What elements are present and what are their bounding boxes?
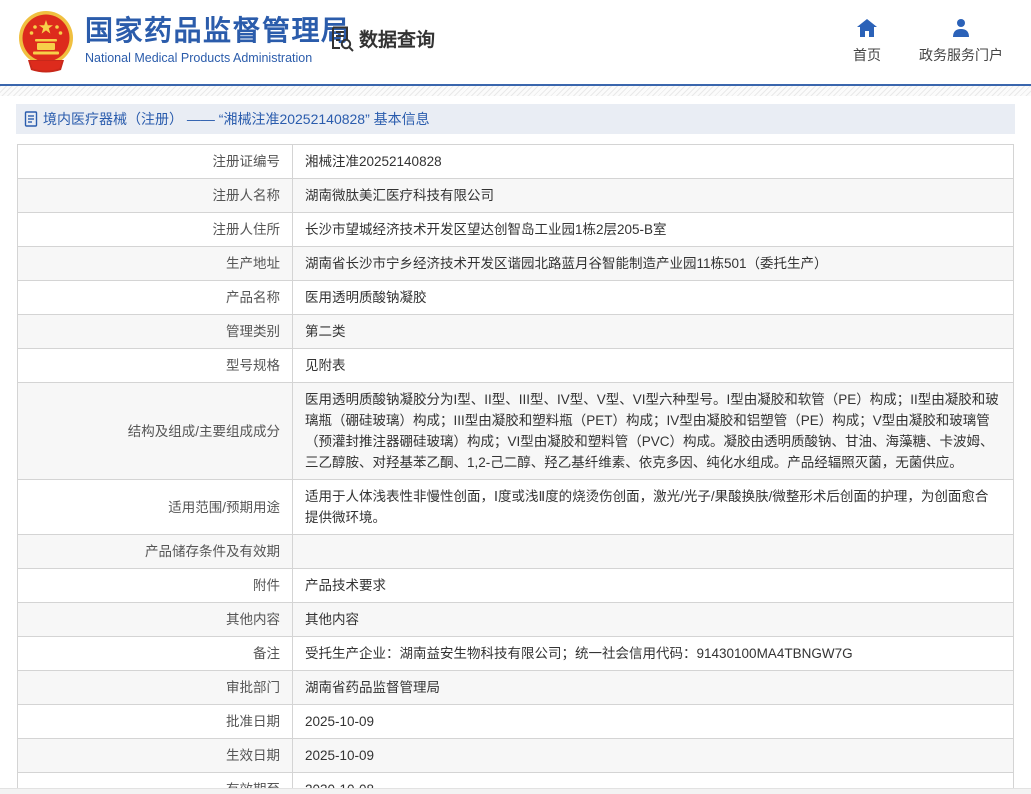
row-value — [292, 534, 1014, 569]
brand-block: 国家药品监督管理局 National Medical Products Admi… — [85, 14, 351, 65]
row-value: 产品技术要求 — [292, 568, 1014, 603]
row-value: 湖南微肽美汇医疗科技有限公司 — [292, 178, 1014, 213]
hatch-divider — [0, 86, 1031, 96]
nav-gov-portal-label: 政务服务门户 — [919, 47, 1003, 63]
row-value: 湘械注准20252140828 — [292, 144, 1014, 179]
footer-strip — [0, 788, 1031, 794]
home-icon — [856, 18, 878, 38]
row-value: 见附表 — [292, 348, 1014, 383]
document-icon — [24, 111, 38, 127]
row-label: 附件 — [17, 568, 293, 603]
header-nav: 首页 政务服务门户 — [853, 18, 1003, 65]
row-label: 管理类别 — [17, 314, 293, 349]
table-row: 生效日期 2025-10-09 — [17, 738, 1014, 773]
row-label: 产品名称 — [17, 280, 293, 315]
row-value: 受托生产企业：湖南益安生物科技有限公司；统一社会信用代码：91430100MA4… — [292, 636, 1014, 671]
nav-gov-portal[interactable]: 政务服务门户 — [919, 18, 1003, 65]
row-value: 适用于人体浅表性非慢性创面，Ⅰ度或浅Ⅱ度的烧烫伤创面，激光/光子/果酸换肤/微整… — [292, 479, 1014, 535]
row-value: 医用透明质酸钠凝胶 — [292, 280, 1014, 315]
table-row: 结构及组成/主要组成成分 医用透明质酸钠凝胶分为I型、II型、III型、IV型、V… — [17, 382, 1014, 480]
row-label: 生产地址 — [17, 246, 293, 281]
document-search-icon — [327, 24, 355, 52]
table-row: 产品储存条件及有效期 — [17, 534, 1014, 569]
row-label: 结构及组成/主要组成成分 — [17, 382, 293, 480]
page-header: 国家药品监督管理局 National Medical Products Admi… — [0, 0, 1031, 86]
row-label: 型号规格 — [17, 348, 293, 383]
row-value: 湖南省长沙市宁乡经济技术开发区谐园北路蓝月谷智能制造产业园11栋501（委托生产… — [292, 246, 1014, 281]
table-row: 审批部门 湖南省药品监督管理局 — [17, 670, 1014, 705]
row-label: 适用范围/预期用途 — [17, 479, 293, 535]
table-row: 其他内容 其他内容 — [17, 602, 1014, 637]
row-value: 其他内容 — [292, 602, 1014, 637]
nmpa-emblem-logo — [18, 10, 74, 74]
row-value: 2025-10-09 — [292, 738, 1014, 773]
data-query-section: 数据查询 — [327, 24, 435, 52]
table-row: 产品名称 医用透明质酸钠凝胶 — [17, 280, 1014, 315]
row-label: 产品储存条件及有效期 — [17, 534, 293, 569]
table-row: 管理类别 第二类 — [17, 314, 1014, 349]
table-row: 注册证编号 湘械注准20252140828 — [17, 144, 1014, 179]
info-table-body: 注册证编号 湘械注准20252140828 注册人名称 湖南微肽美汇医疗科技有限公司注… — [17, 144, 1014, 794]
page-title: 境内医疗器械（注册） —— “湘械注准20252140828” 基本信息 — [43, 111, 430, 127]
user-icon — [951, 18, 971, 38]
breadcrumb: 境内医疗器械（注册） —— “湘械注准20252140828” 基本信息 — [16, 104, 1015, 134]
row-value: 湖南省药品监督管理局 — [292, 670, 1014, 705]
table-row: 注册人住所 长沙市望城经济技术开发区望达创智岛工业园1栋2层205-B室 — [17, 212, 1014, 247]
row-value: 长沙市望城经济技术开发区望达创智岛工业园1栋2层205-B室 — [292, 212, 1014, 247]
table-row: 型号规格 见附表 — [17, 348, 1014, 383]
row-label: 其他内容 — [17, 602, 293, 637]
table-row: 注册人名称 湖南微肽美汇医疗科技有限公司 — [17, 178, 1014, 213]
row-label: 备注 — [17, 636, 293, 671]
nav-home[interactable]: 首页 — [853, 18, 881, 65]
table-row: 适用范围/预期用途 适用于人体浅表性非慢性创面，Ⅰ度或浅Ⅱ度的烧烫伤创面，激光/光… — [17, 479, 1014, 535]
org-name-cn: 国家药品监督管理局 — [85, 15, 351, 46]
row-label: 注册人住所 — [17, 212, 293, 247]
table-row: 生产地址 湖南省长沙市宁乡经济技术开发区谐园北路蓝月谷智能制造产业园11栋501（… — [17, 246, 1014, 281]
table-row: 批准日期 2025-10-09 — [17, 704, 1014, 739]
table-row: 附件 产品技术要求 — [17, 568, 1014, 603]
data-query-title: 数据查询 — [359, 29, 436, 51]
registration-info-table: 注册证编号 湘械注准20252140828 注册人名称 湖南微肽美汇医疗科技有限公司注… — [17, 144, 1014, 794]
row-label: 审批部门 — [17, 670, 293, 705]
nav-home-label: 首页 — [853, 47, 881, 63]
row-label: 生效日期 — [17, 738, 293, 773]
row-value: 2025-10-09 — [292, 704, 1014, 739]
row-label: 注册人名称 — [17, 178, 293, 213]
org-name-en: National Medical Products Administration — [85, 51, 313, 65]
row-label: 注册证编号 — [17, 144, 293, 179]
row-value: 第二类 — [292, 314, 1014, 349]
table-row: 备注 受托生产企业：湖南益安生物科技有限公司；统一社会信用代码：91430100M… — [17, 636, 1014, 671]
row-value: 医用透明质酸钠凝胶分为I型、II型、III型、IV型、V型、VI型六种型号。I型… — [292, 382, 1014, 480]
row-label: 批准日期 — [17, 704, 293, 739]
